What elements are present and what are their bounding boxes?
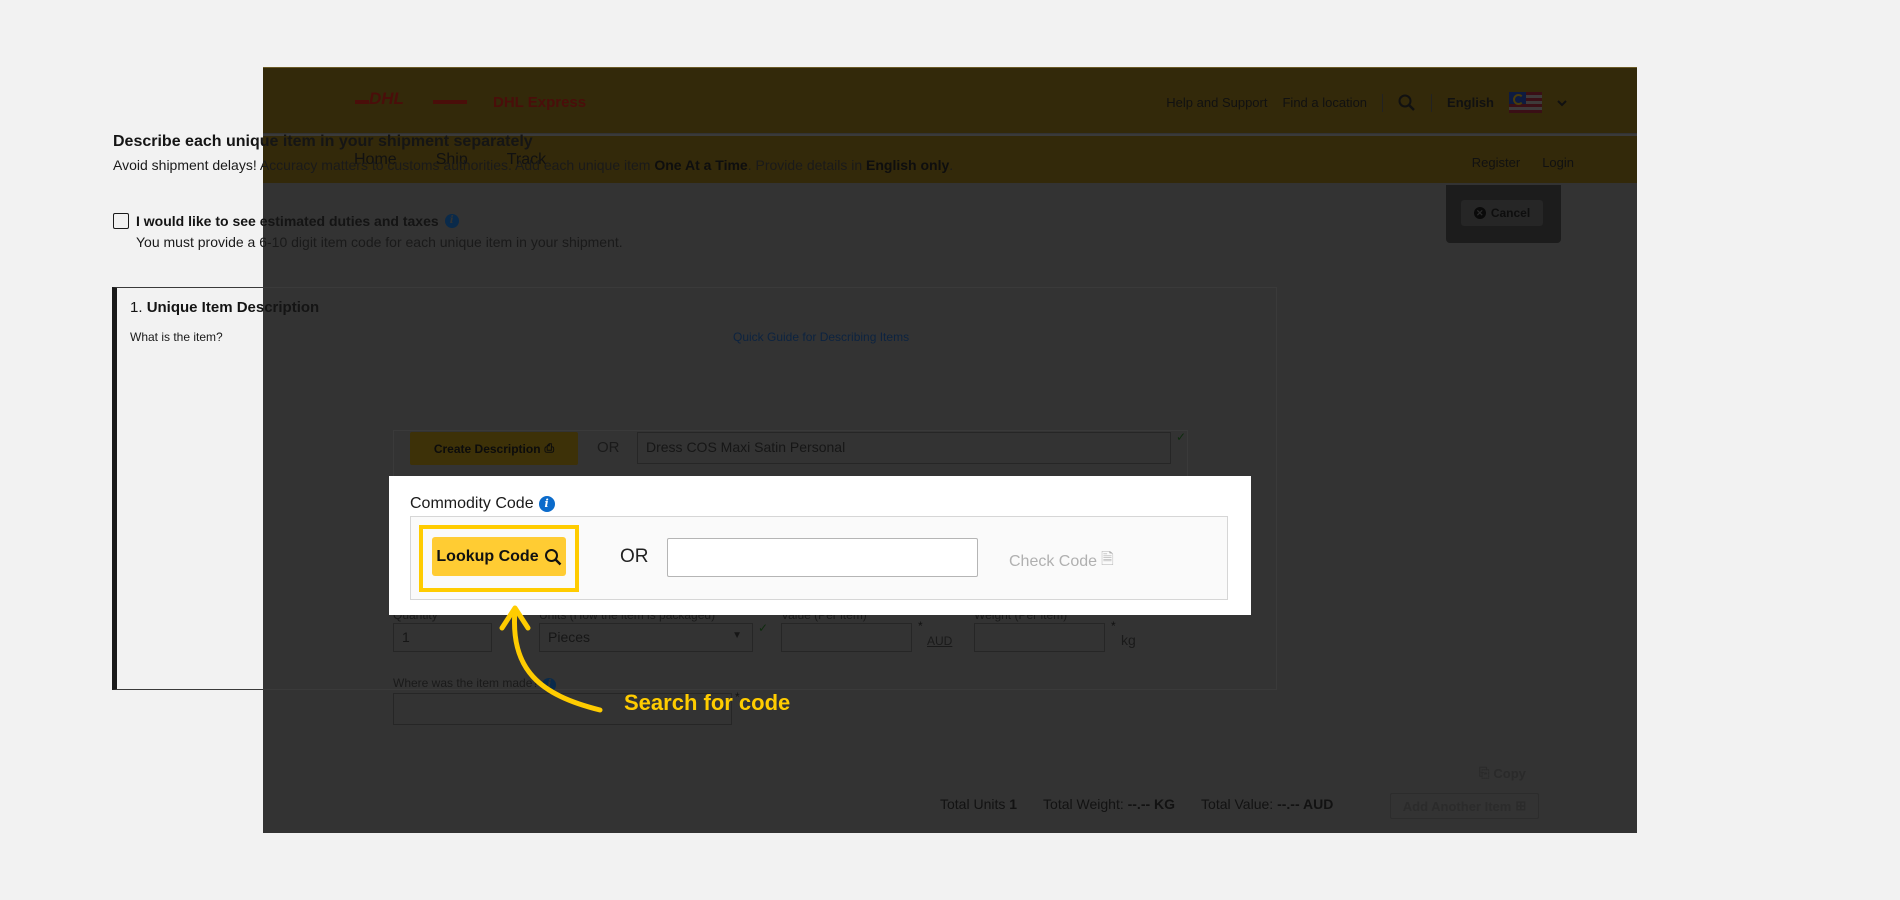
dropdown-arrow-icon: ▼ [732,630,742,641]
login-link[interactable]: Login [1542,155,1574,170]
info-icon[interactable]: i [444,214,459,228]
required-marker: * [918,619,923,633]
item-number: 1. [130,299,143,316]
search-icon [544,548,561,565]
page-heading: Describe each unique item in your shipme… [113,133,533,150]
cancel-label: Cancel [1490,206,1531,220]
commodity-code-label: Commodity Code i [410,495,555,513]
subtext-part: . [949,157,954,173]
add-item-label: Add Another Item [1402,798,1512,814]
copy-button[interactable]: ⎘ Copy [1479,765,1526,781]
quick-guide-link[interactable]: Quick Guide for Describing Items [733,330,909,344]
total-value: Total Value: --.-- AUD [1201,796,1333,812]
description-input[interactable]: Dress COS Maxi Satin Personal [637,432,1171,464]
check-code-label: Check Code [1009,552,1098,570]
annotation-label: Search for code [624,690,791,715]
create-description-button[interactable]: Create Description ⎙ [410,432,578,465]
duties-label-text: I would like to see estimated duties and… [136,213,439,229]
annotation-arrow [499,605,603,713]
info-icon[interactable]: i [538,496,555,512]
search-icon[interactable] [1398,94,1416,112]
top-header: DHL DHL Express Help and Support Find a … [263,67,1637,133]
utility-links: Help and Support Find a location English [1166,92,1567,113]
dhl-logo[interactable]: DHL [355,91,467,105]
item-title: 1. Unique Item Description [130,299,319,316]
check-document-icon: 🗎 [1101,551,1114,568]
duties-note: You must provide a 6-10 digit item code … [136,234,623,250]
or-label: OR [620,546,649,567]
close-icon: ✕ [1473,207,1486,219]
register-link[interactable]: Register [1472,155,1520,170]
cancel-button[interactable]: ✕ Cancel [1461,200,1543,226]
lookup-code-button[interactable]: Lookup Code [432,537,566,576]
help-support-link[interactable]: Help and Support [1166,95,1267,110]
plus-icon: ⊞ [1515,798,1527,813]
chevron-down-icon[interactable] [1557,99,1567,107]
check-code-button[interactable]: Check Code 🗎 [1009,548,1114,575]
total-units-value: 1 [1009,796,1018,812]
quantity-input[interactable]: 1 [393,623,492,652]
document-search-icon: ⎙ [544,441,555,455]
total-units: Total Units 1 [940,796,1017,812]
create-description-label: Create Description [433,441,541,456]
total-weight-value: --.-- KG [1127,796,1176,812]
commodity-code-highlight: Commodity Code i Lookup Code OR Check Cod… [389,476,1251,615]
or-label: OR [597,439,620,456]
duties-checkbox[interactable] [113,213,129,229]
page-subtext: Avoid shipment delays! Accuracy matters … [113,157,953,173]
lookup-code-label: Lookup Code [436,547,539,565]
check-icon: ✓ [758,621,769,635]
copy-icon: ⎘ [1479,765,1490,780]
find-location-link[interactable]: Find a location [1282,95,1367,110]
total-weight: Total Weight: --.-- KG [1043,796,1175,812]
flag-canton [1509,92,1526,105]
weight-input[interactable] [974,623,1105,652]
add-another-item-button[interactable]: Add Another Item ⊞ [1390,793,1539,819]
value-input[interactable] [781,623,912,652]
logo-text: DHL [369,91,404,105]
currency-link[interactable]: AUD [927,634,952,648]
totals-bar: Total Units 1 Total Weight: --.-- KG Tot… [940,796,1333,812]
commodity-label-text: Commodity Code [410,495,534,512]
total-value-label: Total Value: [1201,796,1274,812]
total-units-label: Total Units [940,796,1006,812]
cancel-panel: ✕ Cancel [1446,185,1561,243]
check-icon: ✓ [1176,430,1187,444]
total-weight-label: Total Weight: [1043,796,1124,812]
divider [1431,93,1433,112]
total-value-value: --.-- AUD [1277,796,1334,812]
subtext-part: Avoid shipment delays! Accuracy matters … [113,157,655,173]
weight-unit: kg [1121,632,1136,648]
language-selector[interactable]: English [1447,95,1494,110]
brand-name: DHL Express [493,94,587,111]
subtext-part: . Provide details in [747,157,867,173]
subtext-bold: English only [866,157,950,173]
required-marker: * [1111,619,1116,633]
commodity-code-input[interactable] [667,538,978,577]
duties-checkbox-label: I would like to see estimated duties and… [136,213,459,229]
copy-label: Copy [1493,765,1526,781]
item-title-text: Unique Item Description [146,299,320,316]
subtext-bold: One At a Time [654,157,748,173]
what-label: What is the item? [130,330,223,344]
malaysia-flag-icon[interactable] [1509,92,1542,113]
divider [1382,93,1384,112]
